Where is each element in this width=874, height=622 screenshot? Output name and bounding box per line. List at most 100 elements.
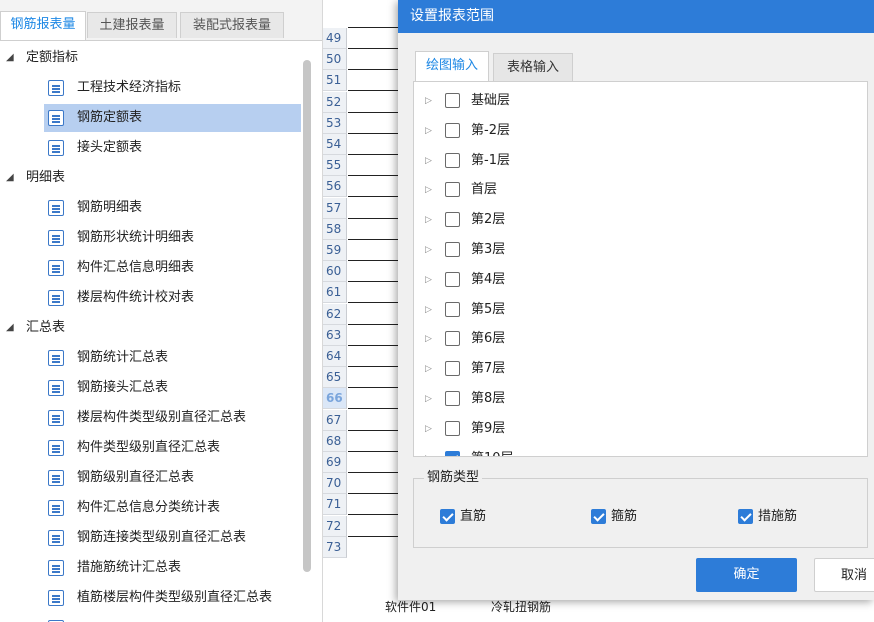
expand-arrow-icon[interactable]: ▷: [425, 414, 432, 444]
floor-checkbox[interactable]: [445, 122, 460, 138]
row-number[interactable]: 62: [323, 303, 347, 325]
rebar-type-group-title: 钢筋类型: [424, 466, 483, 485]
floor-item[interactable]: ▷第10层: [414, 444, 854, 456]
row-number[interactable]: 70: [323, 473, 347, 495]
row-number[interactable]: 56: [323, 176, 347, 198]
expand-arrow-icon[interactable]: ▷: [425, 175, 432, 205]
row-number[interactable]: 54: [323, 134, 347, 155]
stirrup-checkbox[interactable]: [591, 509, 606, 524]
floor-checkbox[interactable]: [445, 301, 460, 317]
tree-item-component-summary-classification[interactable]: 构件汇总信息分类统计表: [0, 494, 300, 522]
floor-checkbox[interactable]: [445, 450, 460, 456]
tab-rebar-report[interactable]: 钢筋报表量: [0, 11, 86, 40]
expand-arrow-icon[interactable]: ▷: [425, 295, 432, 325]
tree-group-detail-tables[interactable]: ◢ 明细表: [0, 164, 300, 192]
tree-item-rebar-shape-statistics[interactable]: 钢筋形状统计明细表: [0, 224, 300, 252]
tree-item-engineering-tech-econ-indicators[interactable]: 工程技术经济指标: [0, 74, 300, 102]
expanded-triangle-icon[interactable]: ◢: [6, 164, 14, 192]
tree-item-rebar-joint-summary[interactable]: 钢筋接头汇总表: [0, 374, 300, 402]
floor-item[interactable]: ▷ 第7层: [414, 354, 854, 384]
tree-item-measure-rebar-summary[interactable]: 措施筋统计汇总表: [0, 554, 300, 582]
tree-item-rebar-grade-diameter[interactable]: 钢筋级别直径汇总表: [0, 464, 300, 492]
tree-item-rebar-connection-grade-diameter[interactable]: 钢筋连接类型级别直径汇总表: [0, 524, 300, 552]
floor-item[interactable]: ▷ 第6层: [414, 324, 854, 354]
floor-checkbox[interactable]: [445, 420, 460, 436]
row-number[interactable]: 53: [323, 112, 347, 134]
floor-item[interactable]: ▷ 第5层: [414, 295, 854, 325]
floor-checkbox[interactable]: [445, 242, 460, 257]
tree-item-component-summary-detail[interactable]: 构件汇总信息明细表: [0, 254, 300, 282]
tree-item-floor-component-check[interactable]: 楼层构件统计校对表: [0, 284, 300, 312]
tree-item-floor-component-grade-diameter[interactable]: 楼层构件类型级别直径汇总表: [0, 404, 300, 432]
expand-arrow-icon[interactable]: ▷: [425, 354, 432, 384]
tree-item-planted-rebar-floor-component[interactable]: 植筋楼层构件类型级别直径汇总表: [0, 584, 300, 612]
row-number[interactable]: 68: [323, 430, 347, 452]
row-number[interactable]: 61: [323, 282, 347, 304]
expand-arrow-icon[interactable]: ▷: [425, 86, 432, 116]
floor-item[interactable]: ▷ 第8层: [414, 384, 854, 414]
tree-item-rebar-quota-table[interactable]: 钢筋定额表: [44, 104, 301, 132]
tab-table-input[interactable]: 表格输入: [493, 53, 573, 81]
row-number[interactable]: 49: [323, 28, 347, 49]
row-number[interactable]: 69: [323, 452, 347, 473]
expand-arrow-icon[interactable]: ▷: [425, 265, 432, 295]
floor-checkbox[interactable]: [445, 271, 460, 287]
tree-item-rebar-statistics-summary[interactable]: 钢筋统计汇总表: [0, 344, 300, 372]
tab-civil-report[interactable]: 土建报表量: [87, 12, 177, 38]
row-number[interactable]: 66: [323, 388, 347, 410]
row-number[interactable]: 57: [323, 197, 347, 219]
floor-checkbox[interactable]: [445, 182, 460, 198]
expand-arrow-icon[interactable]: ▷: [425, 146, 432, 176]
row-number[interactable]: 59: [323, 240, 347, 261]
floor-checkbox[interactable]: [445, 152, 460, 168]
tab-drawing-input[interactable]: 绘图输入: [415, 51, 489, 82]
tree-item-component-grade-diameter[interactable]: 构件类型级别直径汇总表: [0, 434, 300, 462]
floor-item[interactable]: ▷ 第3层: [414, 235, 854, 265]
tree-group-quota-indicators[interactable]: ◢ 定额指标: [0, 44, 300, 72]
floor-checkbox[interactable]: [445, 391, 460, 406]
floor-item[interactable]: ▷ 第4层: [414, 265, 854, 295]
floor-checkbox[interactable]: [445, 212, 460, 228]
floor-checkbox[interactable]: [445, 361, 460, 377]
expand-arrow-icon[interactable]: ▷: [425, 235, 432, 265]
tab-prefab-report[interactable]: 装配式报表量: [180, 12, 284, 38]
ok-button[interactable]: 确定: [696, 558, 797, 592]
tree-item-joint-quota-table[interactable]: 接头定额表: [0, 134, 300, 162]
row-number[interactable]: 63: [323, 324, 347, 346]
expanded-triangle-icon[interactable]: ◢: [6, 44, 14, 72]
row-number[interactable]: 64: [323, 346, 347, 367]
floor-item[interactable]: ▷ 第2层: [414, 205, 854, 235]
tree-scrollbar[interactable]: [303, 60, 311, 572]
expand-arrow-icon[interactable]: ▷: [425, 205, 432, 235]
floor-checkbox[interactable]: [445, 331, 460, 347]
report-document-icon: [48, 290, 64, 306]
row-number[interactable]: 67: [323, 409, 347, 431]
row-number[interactable]: 60: [323, 261, 347, 283]
expand-arrow-icon[interactable]: ▷: [425, 116, 432, 146]
expand-arrow-icon[interactable]: ▷: [425, 324, 432, 354]
row-number[interactable]: 55: [323, 155, 347, 177]
row-number[interactable]: 50: [323, 49, 347, 71]
straight-rebar-checkbox[interactable]: [440, 509, 455, 524]
expand-arrow-icon[interactable]: ▷: [425, 444, 432, 456]
expand-arrow-icon[interactable]: ▷: [425, 384, 432, 414]
tree-group-summary-tables[interactable]: ◢ 汇总表: [0, 314, 300, 342]
floor-item[interactable]: ▷ 第9层: [414, 414, 854, 444]
measure-rebar-checkbox[interactable]: [738, 509, 753, 524]
row-number[interactable]: 52: [323, 91, 347, 113]
row-number[interactable]: 73: [323, 536, 347, 558]
tree-item-partial[interactable]: [0, 614, 300, 622]
expanded-triangle-icon[interactable]: ◢: [6, 314, 14, 342]
tree-item-rebar-detail-table[interactable]: 钢筋明细表: [0, 194, 300, 222]
floor-item[interactable]: ▷ 第-1层: [414, 146, 854, 176]
floor-item[interactable]: ▷ 第-2层: [414, 116, 854, 146]
row-number[interactable]: 58: [323, 218, 347, 240]
row-number[interactable]: 65: [323, 367, 347, 389]
row-number[interactable]: 51: [323, 70, 347, 92]
cancel-button[interactable]: 取消: [814, 558, 874, 592]
floor-item[interactable]: ▷ 首层: [414, 175, 854, 205]
floor-item[interactable]: ▷ 基础层: [414, 86, 854, 116]
row-number[interactable]: 71: [323, 494, 347, 516]
floor-checkbox[interactable]: [445, 93, 460, 108]
row-number[interactable]: 72: [323, 515, 347, 537]
